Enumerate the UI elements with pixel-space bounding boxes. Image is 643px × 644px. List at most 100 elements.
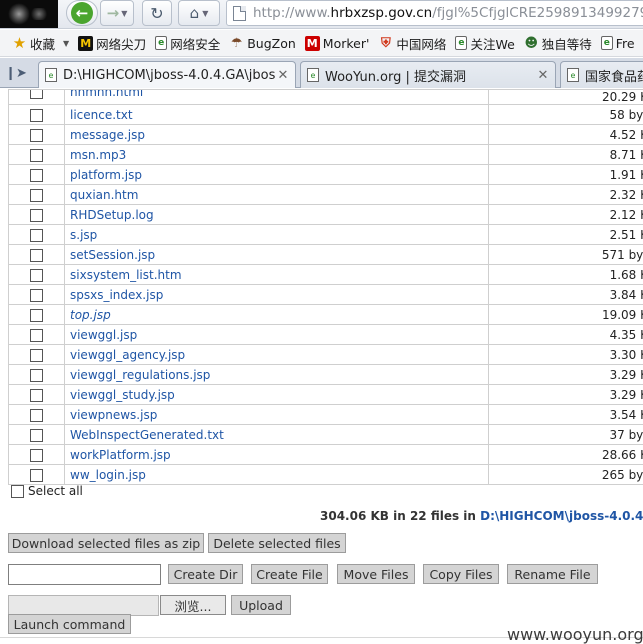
directory-summary: 304.06 KB in 22 files in D:\HIGHCOM\jbos… <box>320 509 643 523</box>
file-checkbox[interactable] <box>30 228 43 242</box>
bookmark-label: 网络尖刀 <box>96 36 147 52</box>
file-checkbox[interactable] <box>30 148 43 162</box>
row-checkbox-cell <box>8 284 65 305</box>
bookmark-item[interactable]: e Fre <box>600 36 635 51</box>
file-checkbox[interactable] <box>30 328 43 342</box>
create-file-button[interactable]: Create File <box>251 564 328 584</box>
file-checkbox[interactable] <box>30 208 43 222</box>
back-button[interactable]: ← <box>66 0 98 26</box>
file-checkbox[interactable] <box>30 128 43 142</box>
file-link[interactable]: s.jsp <box>70 228 97 242</box>
file-link[interactable]: viewggl_agency.jsp <box>70 348 185 362</box>
table-row: quxian.htm 2.32 K <box>8 184 643 205</box>
select-all-checkbox[interactable]: Select all <box>11 484 83 498</box>
checkbox[interactable] <box>11 484 24 498</box>
file-name-cell: quxian.htm <box>64 184 489 205</box>
file-size-cell: 2.51 K <box>488 224 643 245</box>
file-size: 3.30 K <box>609 347 643 362</box>
copy-files-button[interactable]: Copy Files <box>423 564 499 584</box>
file-link[interactable]: sixsystem_list.htm <box>70 268 182 282</box>
file-link[interactable]: nhmhn.html <box>70 91 143 100</box>
file-checkbox[interactable] <box>30 408 43 422</box>
file-checkbox[interactable] <box>30 308 43 322</box>
file-checkbox[interactable] <box>30 188 43 202</box>
file-checkbox[interactable] <box>30 168 43 182</box>
upload-button[interactable]: Upload <box>231 595 291 615</box>
tab-wooyun[interactable]: e WooYun.org | 提交漏洞 ✕ <box>300 61 556 88</box>
bookmarks-bar: ★ 收藏 ▼ M 网络尖刀 e 网络安全 ☂ BugZon M Morker' … <box>0 30 643 57</box>
home-button[interactable]: ⌂ ▼ <box>178 0 220 26</box>
file-link[interactable]: setSession.jsp <box>70 248 155 262</box>
summary-path: D:\HIGHCOM\jboss-4.0.4.GA\ <box>480 509 643 523</box>
file-checkbox[interactable] <box>30 388 43 402</box>
file-checkbox[interactable] <box>30 448 43 462</box>
create-dir-button[interactable]: Create Dir <box>168 564 243 584</box>
file-link[interactable]: licence.txt <box>70 108 133 122</box>
file-checkbox[interactable] <box>30 288 43 302</box>
summary-text: 304.06 KB in 22 files in <box>320 509 481 523</box>
file-size-cell: 4.35 K <box>488 324 643 345</box>
file-size: 58 byt <box>609 107 643 122</box>
file-link[interactable]: spsxs_index.jsp <box>70 288 163 302</box>
file-checkbox[interactable] <box>30 348 43 362</box>
tab-food-drug[interactable]: e 国家食品药 <box>560 61 643 88</box>
table-row: viewggl_agency.jsp 3.30 K <box>8 344 643 365</box>
file-checkbox[interactable] <box>30 428 43 442</box>
forward-button[interactable]: → ▼ <box>100 0 134 26</box>
browse-button[interactable]: 浏览... <box>160 595 226 615</box>
file-size-cell: 2.12 K <box>488 204 643 225</box>
file-link[interactable]: viewggl_study.jsp <box>70 388 175 402</box>
file-link[interactable]: message.jsp <box>70 128 145 142</box>
file-link[interactable]: quxian.htm <box>70 188 138 202</box>
file-link[interactable]: WebInspectGenerated.txt <box>70 428 224 442</box>
bookmark-item[interactable]: e 网络安全 <box>155 34 220 53</box>
launch-command-button[interactable]: Launch command <box>8 614 131 634</box>
refresh-button[interactable]: ↻ <box>142 0 172 26</box>
file-link[interactable]: workPlatform.jsp <box>70 448 171 462</box>
table-row: s.jsp 2.51 K <box>8 224 643 245</box>
row-checkbox-cell <box>8 324 65 345</box>
bookmark-item[interactable]: M 网络尖刀 <box>78 34 146 53</box>
file-name-cell: s.jsp <box>64 224 489 245</box>
bookmark-item[interactable]: e 关注We <box>455 34 515 53</box>
file-checkbox[interactable] <box>30 108 43 122</box>
file-size-cell: 3.84 K <box>488 284 643 305</box>
forward-arrow-icon: → <box>106 4 120 22</box>
file-name-cell: message.jsp <box>64 124 489 145</box>
file-link[interactable]: platform.jsp <box>70 168 142 182</box>
file-link[interactable]: viewggl.jsp <box>70 328 137 342</box>
download-zip-button[interactable]: Download selected files as zip <box>8 533 204 553</box>
file-checkbox[interactable] <box>30 90 43 99</box>
file-link[interactable]: viewggl_regulations.jsp <box>70 368 210 382</box>
table-row: sixsystem_list.htm 1.68 K <box>8 264 643 285</box>
file-link[interactable]: RHDSetup.log <box>70 208 154 222</box>
sidebar-toggle-button[interactable]: ❙➤ <box>4 63 28 83</box>
bookmark-item[interactable]: ☂ BugZon <box>229 36 296 51</box>
file-checkbox[interactable] <box>30 368 43 382</box>
delete-selected-button[interactable]: Delete selected files <box>208 533 346 553</box>
file-name-cell: licence.txt <box>64 104 489 125</box>
close-icon[interactable]: ✕ <box>275 68 291 83</box>
upload-file-input[interactable] <box>8 595 159 616</box>
filename-input[interactable] <box>8 564 161 585</box>
file-link[interactable]: ww_login.jsp <box>70 468 146 482</box>
file-link[interactable]: msn.mp3 <box>70 148 126 162</box>
move-files-button[interactable]: Move Files <box>337 564 415 584</box>
bookmark-item[interactable]: ⛨ 中国网络 <box>378 34 446 53</box>
bookmark-item[interactable]: ☻ 独自等待 <box>524 34 591 53</box>
favorites-menu[interactable]: ★ 收藏 ▼ <box>12 34 69 53</box>
back-arrow-icon: ← <box>71 2 93 24</box>
file-checkbox[interactable] <box>30 268 43 282</box>
file-link[interactable]: viewpnews.jsp <box>70 408 157 422</box>
file-checkbox[interactable] <box>30 468 43 482</box>
page-icon: e <box>600 36 613 50</box>
file-size: 4.35 K <box>609 327 643 342</box>
tab-jboss-directory[interactable]: e D:\HIGHCOM\jboss-4.0.4.GA\jboss ✕ <box>38 61 296 88</box>
rename-file-button[interactable]: Rename File <box>507 564 598 584</box>
file-size-cell: 28.66 K <box>488 444 643 465</box>
file-link[interactable]: top.jsp <box>70 308 111 322</box>
address-bar[interactable]: http://www. hrbxzsp.gov.cn/fjgl%5CfjglCRE… <box>226 0 643 26</box>
file-checkbox[interactable] <box>30 248 43 262</box>
close-icon[interactable]: ✕ <box>535 68 551 83</box>
bookmark-item[interactable]: M Morker' <box>304 35 369 51</box>
